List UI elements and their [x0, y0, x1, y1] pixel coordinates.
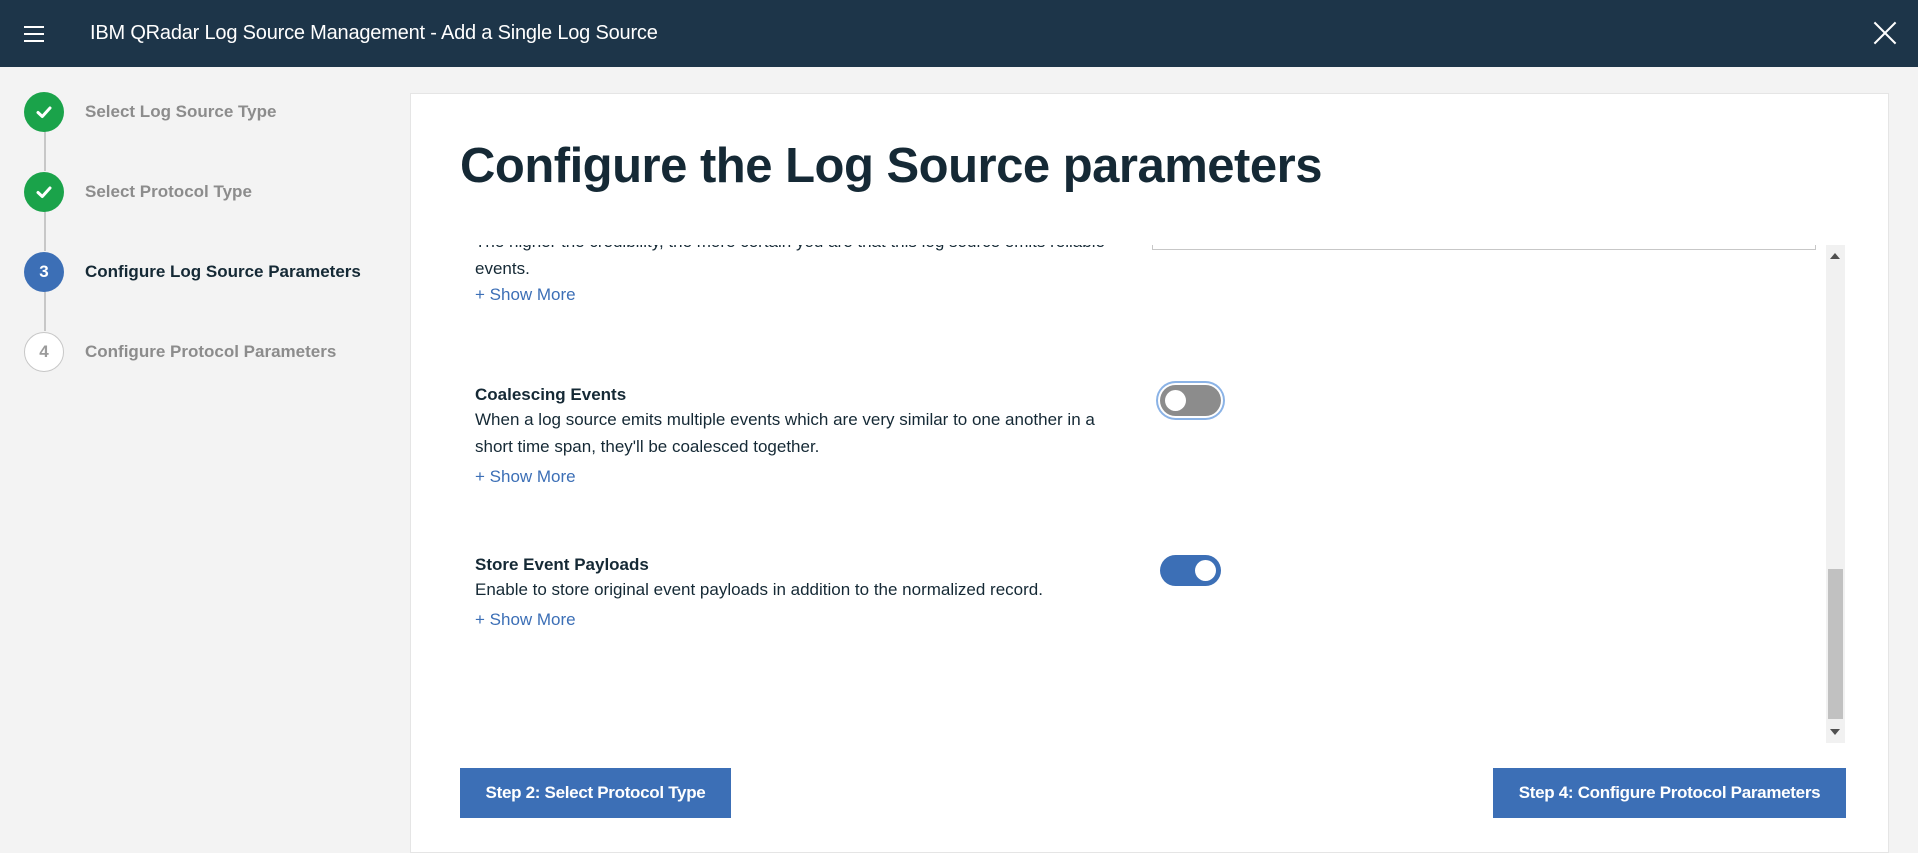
hamburger-menu-icon[interactable] [22, 22, 46, 46]
step-number: 4 [24, 332, 64, 372]
wizard-stepper: Select Log Source Type Select Protocol T… [0, 67, 410, 851]
vertical-scrollbar[interactable] [1826, 245, 1845, 743]
step-label: Configure Log Source Parameters [85, 262, 361, 281]
coalescing-events-description: When a log source emits multiple events … [475, 410, 1095, 456]
step-label: Configure Protocol Parameters [85, 342, 337, 361]
app-title: IBM QRadar Log Source Management - Add a… [90, 22, 658, 44]
step-connector [44, 291, 46, 331]
store-event-payloads-toggle[interactable] [1160, 555, 1221, 586]
toggle-knob [1195, 560, 1216, 581]
payloads-show-more-link[interactable]: + Show More [475, 610, 576, 630]
coalescing-events-toggle[interactable] [1160, 385, 1221, 416]
step-label: Select Protocol Type [85, 182, 252, 201]
credibility-input[interactable] [1152, 245, 1816, 250]
page-title: Configure the Log Source parameters [460, 139, 1322, 193]
store-event-payloads-title: Store Event Payloads [475, 555, 649, 574]
scroll-down-arrow-icon[interactable] [1830, 729, 1840, 735]
checkmark-icon [24, 92, 64, 132]
coalescing-show-more-link[interactable]: + Show More [475, 467, 576, 487]
main-panel: Configure the Log Source parameters The … [410, 93, 1889, 853]
step-connector [44, 131, 46, 171]
coalescing-events-field: Coalescing Events When a log source emit… [475, 384, 1115, 487]
step-select-protocol-type[interactable]: Select Protocol Type [24, 172, 404, 212]
next-step-button[interactable]: Step 4: Configure Protocol Parameters [1493, 768, 1846, 818]
step-label: Select Log Source Type [85, 102, 277, 121]
step-configure-log-source-parameters: 3 Configure Log Source Parameters [24, 252, 404, 292]
credibility-show-more-link[interactable]: + Show More [475, 285, 576, 305]
step-number: 3 [24, 252, 64, 292]
checkmark-icon [24, 172, 64, 212]
step-select-log-source-type[interactable]: Select Log Source Type [24, 92, 404, 132]
previous-step-button[interactable]: Step 2: Select Protocol Type [460, 768, 731, 818]
app-header: IBM QRadar Log Source Management - Add a… [0, 0, 1918, 67]
coalescing-events-title: Coalescing Events [475, 385, 627, 404]
store-event-payloads-field: Store Event Payloads Enable to store ori… [475, 554, 1115, 630]
parameters-scroll-area[interactable]: The higher the credibility, the more cer… [455, 245, 1851, 743]
scrollbar-thumb[interactable] [1828, 569, 1843, 719]
toggle-knob [1165, 390, 1186, 411]
step-connector [44, 211, 46, 251]
credibility-description: The higher the credibility, the more cer… [475, 245, 1105, 278]
step-configure-protocol-parameters: 4 Configure Protocol Parameters [24, 332, 404, 372]
scroll-up-arrow-icon[interactable] [1830, 253, 1840, 259]
store-event-payloads-description: Enable to store original event payloads … [475, 580, 1043, 599]
close-icon[interactable] [1870, 18, 1900, 48]
credibility-field: The higher the credibility, the more cer… [475, 245, 1115, 305]
